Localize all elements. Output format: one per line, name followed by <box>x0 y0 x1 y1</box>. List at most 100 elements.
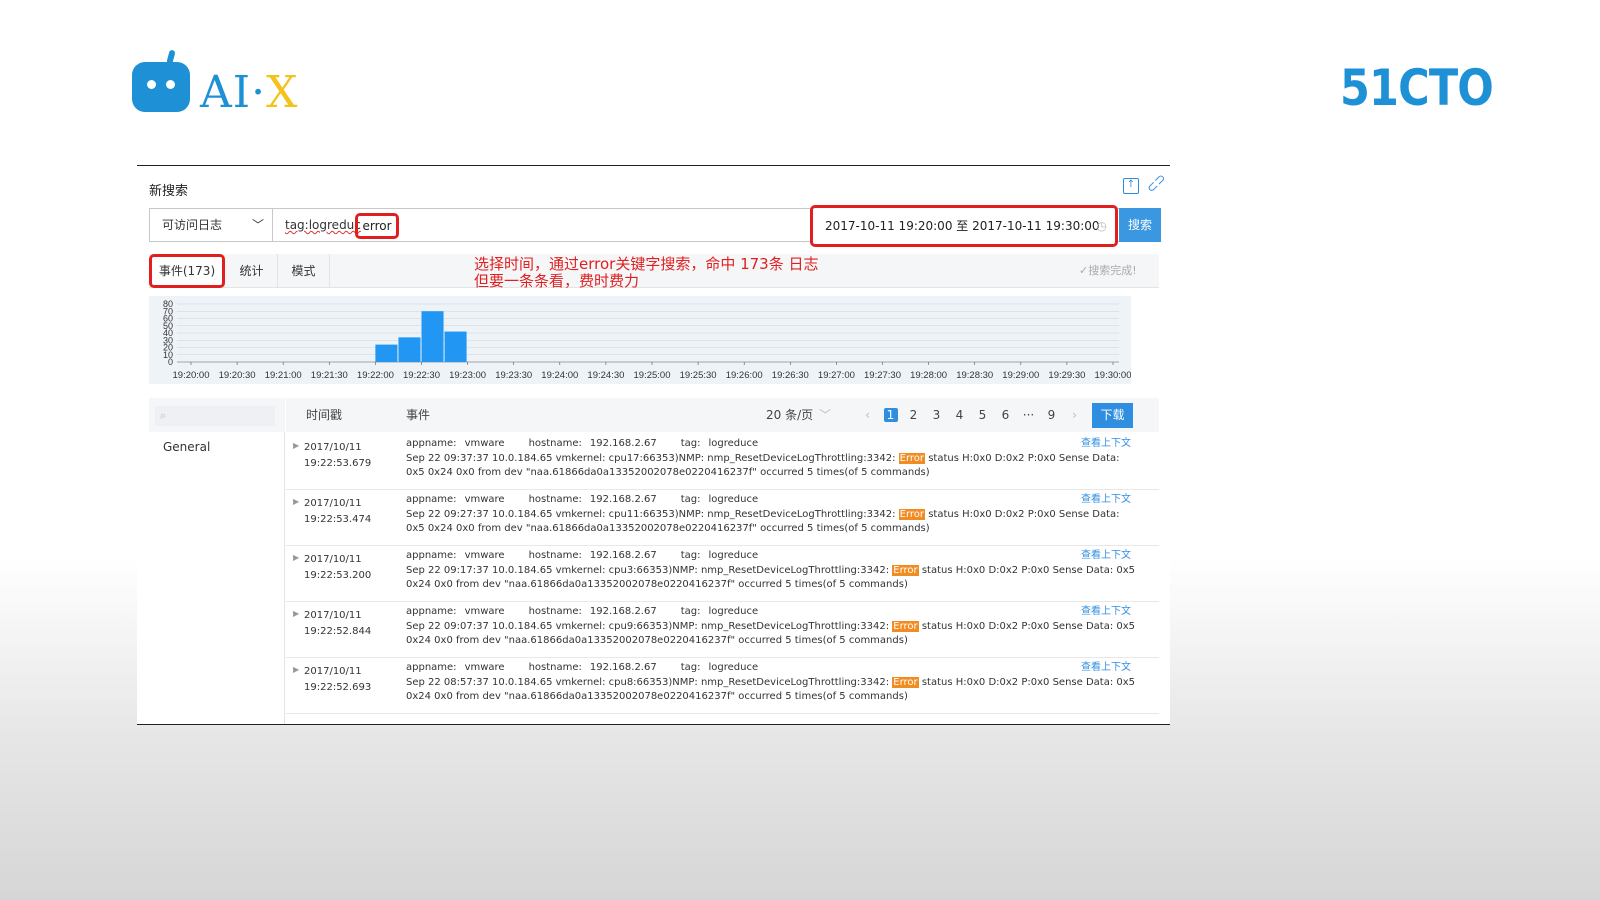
x-tick-label: 19:20:30 <box>219 370 256 381</box>
expand-icon[interactable]: ▶ <box>293 553 299 562</box>
event-message: Sep 22 09:27:37 10.0.184.65 vmkernel: cp… <box>406 509 1120 534</box>
event-meta: appname: vmware hostname: 192.168.2.67 tag: l… <box>406 494 759 505</box>
event-message: Sep 22 09:17:37 10.0.184.65 vmkernel: cp… <box>406 565 1136 590</box>
histogram-bar[interactable] <box>444 331 467 362</box>
x-tick-label: 19:30:00 <box>1095 370 1131 381</box>
x-tick-label: 19:23:30 <box>495 370 532 381</box>
x-tick-label: 19:26:00 <box>726 370 763 381</box>
error-highlight: Error <box>892 621 919 632</box>
event-timestamp: 2017/10/11 19:22:53.474 <box>304 498 372 525</box>
column-event: 事件 <box>406 408 431 422</box>
tab-patterns[interactable]: 模式 <box>278 254 330 288</box>
chevron-down-icon: ﹀ <box>251 218 264 232</box>
event-row[interactable]: ▶ 2017/10/11 19:22:53.200 appname: vmware hos… <box>286 546 1159 602</box>
field-sidebar: ⌕ General <box>149 398 285 724</box>
event-row[interactable]: ▶ 2017/10/11 19:22:52.844 appname: vmware hos… <box>286 602 1159 658</box>
chevron-down-icon: ﹀ <box>819 408 832 422</box>
view-context-link[interactable]: 查看上下文 <box>1081 549 1131 563</box>
expand-icon[interactable]: ▶ <box>293 441 299 450</box>
search-status: ✓搜索完成! <box>1079 264 1137 277</box>
view-context-link[interactable]: 查看上下文 <box>1081 493 1131 507</box>
download-button[interactable]: 下载 <box>1092 403 1133 428</box>
event-meta: appname: vmware hostname: 192.168.2.67 tag: l… <box>406 550 759 561</box>
prev-page-icon[interactable]: ‹ <box>856 398 879 432</box>
error-highlight: Error <box>892 565 919 576</box>
pagination: ‹ 1 2 3 4 5 6 ··· 9 › <box>856 398 1086 432</box>
search-icon: ⌕ <box>160 409 167 422</box>
expand-icon[interactable]: ▶ <box>293 497 299 506</box>
page-2[interactable]: 2 <box>902 398 925 432</box>
page-6[interactable]: 6 <box>994 398 1017 432</box>
x-tick-label: 19:24:30 <box>587 370 624 381</box>
error-highlight: Error <box>898 453 926 464</box>
event-row[interactable]: ▶ 2017/10/11 19:22:53.679 appname: vmware hos… <box>286 434 1159 490</box>
per-page-select[interactable]: 20 条/页 ﹀ <box>766 398 831 432</box>
page-3[interactable]: 3 <box>925 398 948 432</box>
sidebar-item-general[interactable]: General <box>163 440 210 454</box>
save-icon[interactable]: ↑ <box>1123 178 1139 194</box>
annotation-note: 选择时间，通过error关键字搜索，命中 173条 日志 但要一条条看，费时费力 <box>474 255 819 290</box>
x-tick-label: 19:25:00 <box>634 370 671 381</box>
x-tick-label: 19:28:30 <box>956 370 993 381</box>
events-area: ⌕ General 时间戳 事件 20 条/页 ﹀ ‹ 1 2 3 4 5 6 ·… <box>149 398 1159 724</box>
event-timestamp: 2017/10/11 19:22:53.679 <box>304 442 372 469</box>
logo-text: AI·X <box>200 67 299 118</box>
robot-icon <box>132 49 190 112</box>
expand-icon[interactable]: ▶ <box>293 609 299 618</box>
field-search-input[interactable]: ⌕ <box>155 406 275 426</box>
y-tick-label: 0 <box>168 357 173 367</box>
x-tick-label: 19:28:00 <box>910 370 947 381</box>
error-highlight: Error <box>898 509 926 520</box>
event-message: Sep 22 09:07:37 10.0.184.65 vmkernel: cp… <box>406 621 1136 646</box>
log-source-select[interactable]: 可访问日志 ﹀ <box>150 209 273 241</box>
event-message: Sep 22 09:37:37 10.0.184.65 vmkernel: cp… <box>406 453 1120 478</box>
search-button[interactable]: 搜索 <box>1119 208 1161 242</box>
event-row[interactable]: ▶ 2017/10/11 19:22:52.693 appname: vmware hos… <box>286 658 1159 714</box>
x-tick-label: 19:24:00 <box>541 370 578 381</box>
search-bar: 可访问日志 ﹀ tag:logreduc error 2017-10-11 19… <box>149 205 1161 247</box>
x-tick-label: 19:23:00 <box>449 370 486 381</box>
events-list-header: 时间戳 事件 20 条/页 ﹀ ‹ 1 2 3 4 5 6 ··· 9 › 下载 <box>286 398 1159 432</box>
x-tick-label: 19:29:00 <box>1002 370 1039 381</box>
view-context-link[interactable]: 查看上下文 <box>1081 437 1131 451</box>
histogram-chart: 8070605040302010019:20:00 19:20:30 19:21:0… <box>163 299 1131 381</box>
event-row[interactable]: ▶ 2017/10/11 19:22:53.474 appname: vmware hos… <box>286 490 1159 546</box>
search-input[interactable]: tag:logreduc <box>285 209 361 241</box>
x-tick-label: 19:22:00 <box>357 370 394 381</box>
aix-logo: AI·X <box>132 48 312 118</box>
time-range-picker[interactable]: 2017-10-11 19:20:00 至 2017-10-11 19:30:0… <box>810 205 1118 247</box>
x-tick-label: 19:27:30 <box>864 370 901 381</box>
x-tick-label: 19:22:30 <box>403 370 440 381</box>
page-5[interactable]: 5 <box>971 398 994 432</box>
histogram-bar[interactable] <box>375 344 398 362</box>
next-page-icon[interactable]: › <box>1063 398 1086 432</box>
event-timestamp: 2017/10/11 19:22:52.844 <box>304 610 372 637</box>
query-keyword-highlight: error <box>355 213 399 239</box>
event-timestamp: 2017/10/11 19:22:52.693 <box>304 666 372 693</box>
page-ellipsis[interactable]: ··· <box>1017 398 1040 432</box>
view-context-link[interactable]: 查看上下文 <box>1081 661 1131 675</box>
link-icon[interactable]: ⊂⊃ <box>1144 171 1170 198</box>
x-tick-label: 19:21:30 <box>311 370 348 381</box>
event-histogram: 80 70 60 50 40 30 20 10 0 19:20:00 19:20:30 19:21:0… <box>149 296 1131 384</box>
expand-icon[interactable]: ▶ <box>293 665 299 674</box>
event-meta: appname: vmware hostname: 192.168.2.67 tag: l… <box>406 606 759 617</box>
event-message: Sep 22 08:57:37 10.0.184.65 vmkernel: cp… <box>406 677 1136 702</box>
page-1[interactable]: 1 <box>879 398 902 432</box>
view-context-link[interactable]: 查看上下文 <box>1081 605 1131 619</box>
clock-icon: ◷ <box>1096 219 1107 233</box>
event-meta: appname: vmware hostname: 192.168.2.67 tag: l… <box>406 438 759 449</box>
histogram-bar[interactable] <box>398 337 421 362</box>
page-4[interactable]: 4 <box>948 398 971 432</box>
tab-statistics[interactable]: 统计 <box>226 254 278 288</box>
error-highlight: Error <box>892 677 919 688</box>
x-tick-label: 19:27:00 <box>818 370 855 381</box>
tab-events[interactable]: 事件(173) <box>149 254 225 288</box>
histogram-bar[interactable] <box>421 311 444 362</box>
brand-51cto: 51CTO <box>1340 59 1494 117</box>
panel-title: 新搜索 <box>149 184 189 199</box>
event-meta: appname: vmware hostname: 192.168.2.67 tag: l… <box>406 662 759 673</box>
column-timestamp: 时间戳 <box>306 408 343 422</box>
page-9[interactable]: 9 <box>1040 398 1063 432</box>
x-tick-label: 19:20:00 <box>173 370 210 381</box>
